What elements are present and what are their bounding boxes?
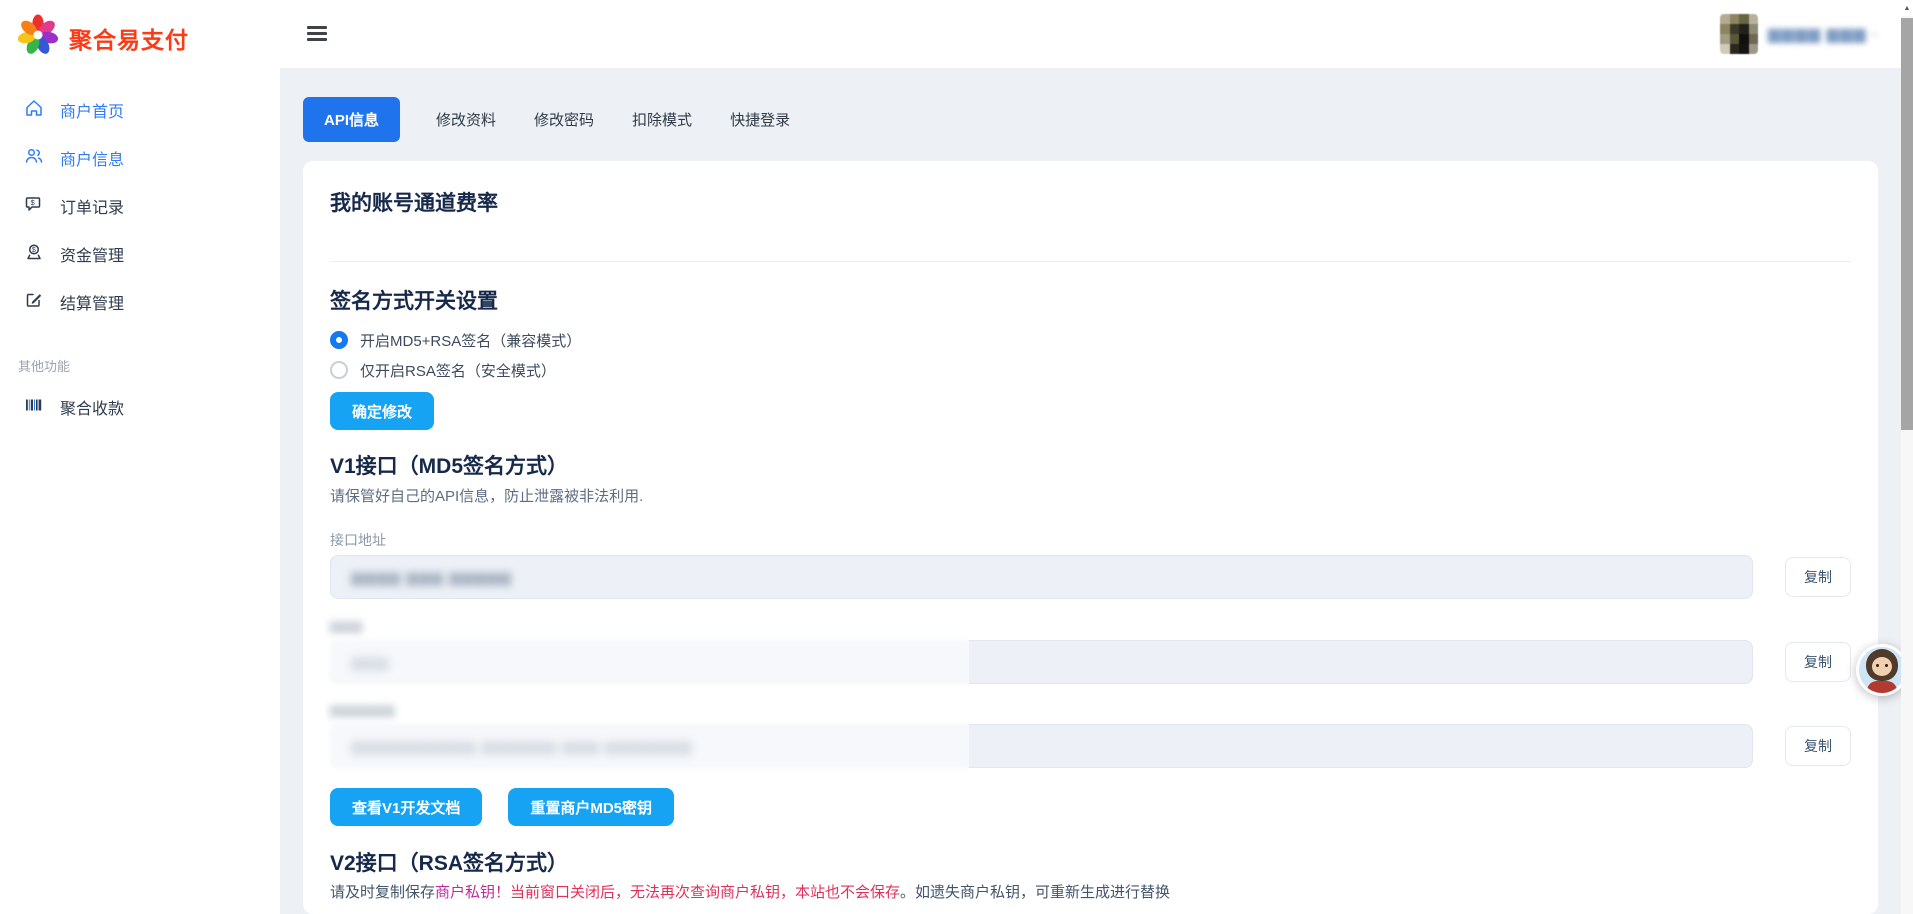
funds-icon: $ [24, 242, 44, 267]
rates-section-title: 我的账号通道费率 [330, 191, 1851, 216]
radio-option-rsa-only[interactable]: 仅开启RSA签名（安全模式） [330, 358, 1851, 382]
order-record-icon: $ [24, 194, 44, 219]
copy-api-url-button[interactable]: 复制 [1785, 557, 1851, 597]
field-label-api-url: 接口地址 [330, 532, 1851, 549]
tab-bar: API信息 修改资料 修改密码 扣除模式 快捷登录 [303, 97, 792, 142]
field-label-merchant-key: ▆▆▆▆▆▆ [330, 701, 1851, 718]
svg-text:$: $ [32, 247, 36, 254]
redacted-value: ▆▆▆▆▆▆▆▆▆▆ ▆▆▆▆▆▆ ▆▆▆ ▆▆▆▆▆▆▆ [351, 737, 692, 755]
radio-selected-icon[interactable] [330, 331, 348, 349]
radio-option-label: 仅开启RSA签名（安全模式） [360, 360, 556, 381]
settlement-icon [24, 290, 44, 315]
v2-section-title: V2接口（RSA签名方式） [330, 851, 1851, 876]
sidebar-item-order-records[interactable]: $ 订单记录 [0, 182, 280, 230]
merchant-key-input[interactable]: ▆▆▆▆▆▆▆▆▆▆ ▆▆▆▆▆▆ ▆▆▆ ▆▆▆▆▆▆▆ [330, 724, 1753, 768]
sidebar-item-settlement[interactable]: 结算管理 [0, 278, 280, 326]
sidebar-item-merchant-home[interactable]: 商户首页 [0, 86, 280, 134]
copy-merchant-key-button[interactable]: 复制 [1785, 726, 1851, 766]
tab-change-password[interactable]: 修改密码 [532, 97, 596, 142]
user-avatar [1720, 14, 1758, 54]
note-part-magenta: 商户私钥！ [435, 884, 510, 901]
section-divider [330, 261, 1851, 262]
flower-logo-icon [16, 13, 60, 62]
note-part-normal: 请及时复制保存 [330, 884, 435, 901]
sidebar-item-label: 结算管理 [60, 290, 124, 314]
sidebar-item-funds[interactable]: $ 资金管理 [0, 230, 280, 278]
confirm-modify-button[interactable]: 确定修改 [330, 392, 434, 430]
sidebar-item-label: 商户首页 [60, 98, 124, 122]
radio-unselected-icon[interactable] [330, 361, 348, 379]
field-row-api-url: ▆▆▆▆ ▆▆▆ ▆▆▆▆▆ 复制 [330, 555, 1851, 599]
v1-actions: 查看V1开发文档 重置商户MD5密钥 [330, 788, 1851, 826]
sidebar-item-aggregate-collection[interactable]: 聚合收款 [0, 383, 280, 431]
copy-merchant-id-button[interactable]: 复制 [1785, 642, 1851, 682]
user-menu[interactable]: ▆▆▆▆ ▆▆▆ - [1720, 14, 1878, 54]
tab-api-info[interactable]: API信息 [303, 97, 400, 142]
redacted-value: ▆▆▆▆ ▆▆▆ ▆▆▆▆▆ [351, 568, 512, 586]
sidebar-item-label: 商户信息 [60, 146, 124, 170]
sidebar-item-label: 资金管理 [60, 242, 124, 266]
note-part-normal: 。如遗失商户私钥，可重新生成进行替换 [900, 884, 1170, 901]
redacted-label: ▆▆▆ [330, 617, 362, 634]
api-url-input[interactable]: ▆▆▆▆ ▆▆▆ ▆▆▆▆▆ [330, 555, 1753, 599]
vertical-scrollbar[interactable]: ▲ [1901, 0, 1913, 914]
radio-option-md5-rsa[interactable]: 开启MD5+RSA签名（兼容模式） [330, 328, 1851, 352]
menu-toggle-icon[interactable] [307, 26, 327, 44]
v1-section-title: V1接口（MD5签名方式） [330, 454, 1851, 479]
barcode-icon [24, 395, 44, 420]
field-row-merchant-id: ▆▆▆ 复制 [330, 640, 1851, 684]
redacted-value: ▆▆▆ [351, 653, 389, 671]
svg-text:$: $ [31, 198, 36, 207]
home-icon [24, 98, 44, 123]
sidebar-menu: 商户首页 商户信息 $ [0, 86, 280, 431]
field-label-merchant-id: ▆▆▆ [330, 617, 1851, 634]
redacted-label: ▆▆▆▆▆▆ [330, 701, 395, 718]
topbar: ▆▆▆▆ ▆▆▆ - [280, 0, 1901, 69]
scroll-up-arrow-icon[interactable]: ▲ [1901, 0, 1913, 16]
sidebar-section-label: 其他功能 [0, 326, 280, 383]
radio-option-label: 开启MD5+RSA签名（兼容模式） [360, 330, 581, 351]
tab-deduction-mode[interactable]: 扣除模式 [630, 97, 694, 142]
note-part-red: 当前窗口关闭后，无法再次查询商户私钥，本站也不会保存 [510, 884, 900, 901]
tab-quick-login[interactable]: 快捷登录 [728, 97, 792, 142]
v1-security-note: 请保管好自己的API信息，防止泄露被非法利用. [330, 488, 1851, 506]
sidebar-item-label: 订单记录 [60, 194, 124, 218]
field-row-merchant-key: ▆▆▆▆▆▆▆▆▆▆ ▆▆▆▆▆▆ ▆▆▆ ▆▆▆▆▆▆▆ 复制 [330, 724, 1851, 768]
v2-warning-note: 请及时复制保存商户私钥！当前窗口关闭后，无法再次查询商户私钥，本站也不会保存。如… [330, 884, 1851, 902]
tab-edit-profile[interactable]: 修改资料 [434, 97, 498, 142]
brand-logo[interactable]: 聚合易支付 [0, 0, 280, 62]
sidebar-item-label: 聚合收款 [60, 395, 124, 419]
sidebar: 聚合易支付 商户首页 商户信息 [0, 0, 280, 914]
merchant-id-input[interactable]: ▆▆▆ [330, 640, 1753, 684]
sidebar-item-merchant-info[interactable]: 商户信息 [0, 134, 280, 182]
signature-section-title: 签名方式开关设置 [330, 289, 1851, 314]
brand-name: 聚合易支付 [69, 21, 189, 55]
users-icon [24, 146, 44, 171]
scrollbar-thumb[interactable] [1901, 18, 1913, 430]
reset-md5-key-button[interactable]: 重置商户MD5密钥 [508, 788, 674, 826]
view-v1-docs-button[interactable]: 查看V1开发文档 [330, 788, 482, 826]
merchant-console-app: 聚合易支付 商户首页 商户信息 [0, 0, 1913, 914]
api-info-card: 我的账号通道费率 签名方式开关设置 开启MD5+RSA签名（兼容模式） 仅开启R… [303, 161, 1878, 914]
user-name-redacted: ▆▆▆▆ ▆▆▆ - [1768, 24, 1878, 44]
